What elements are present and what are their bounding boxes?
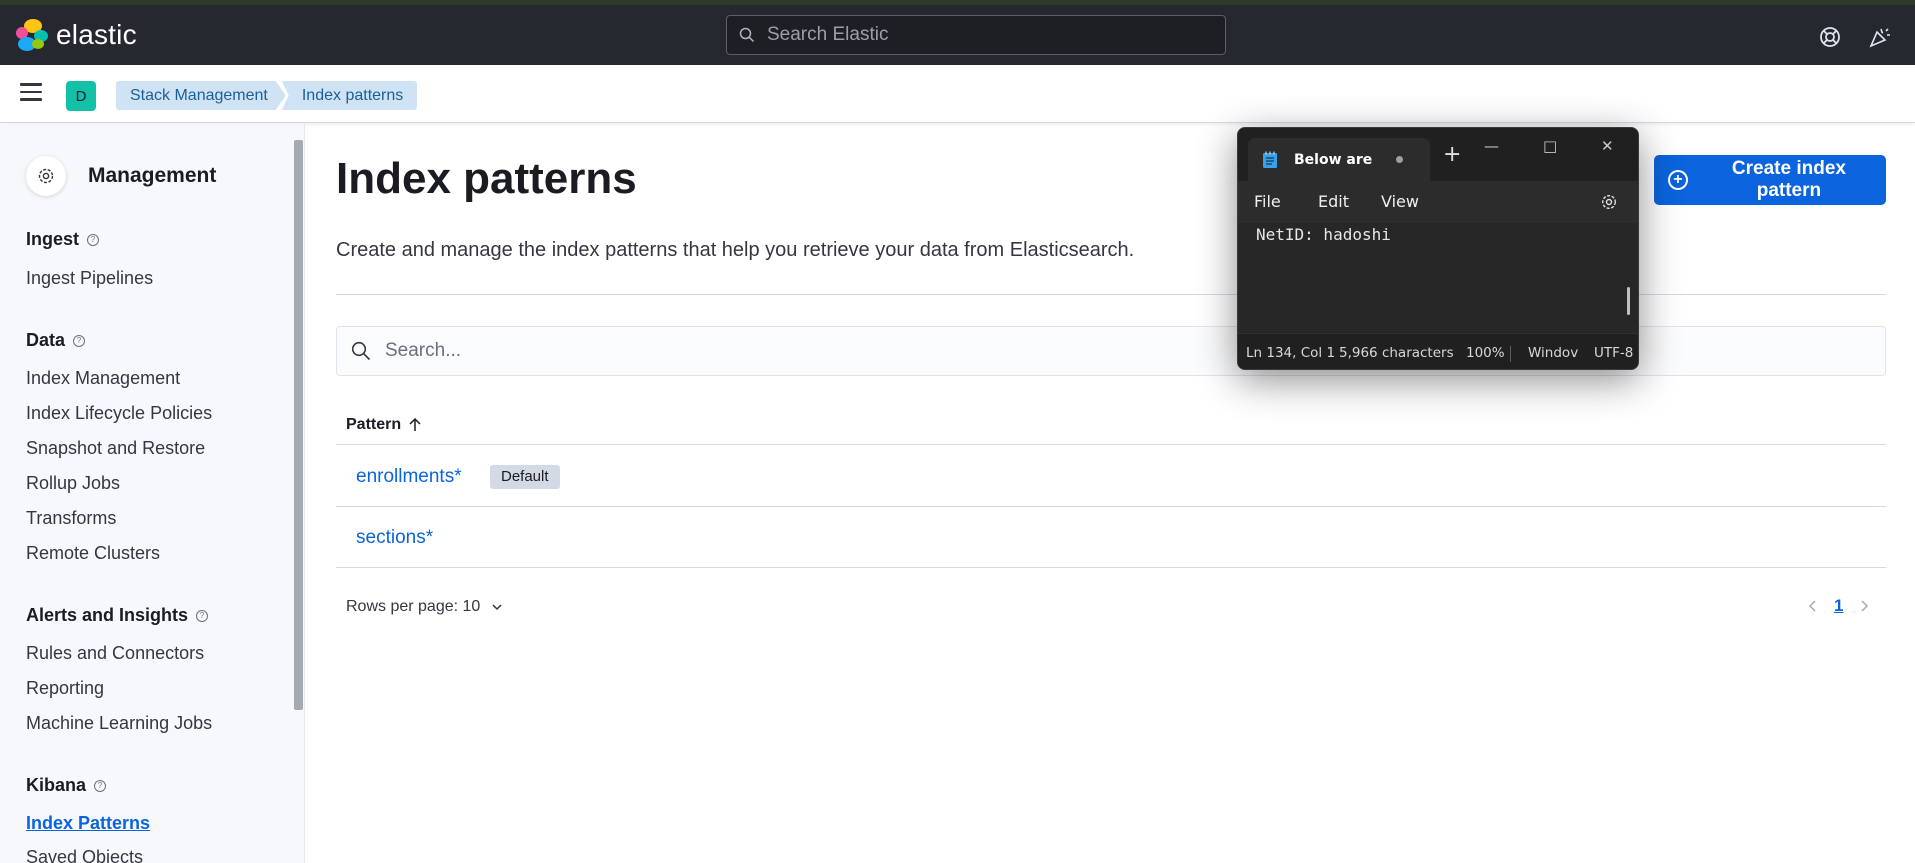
sidebar-item-ingest-pipelines[interactable]: Ingest Pipelines <box>26 268 153 289</box>
menu-toggle-icon[interactable] <box>20 83 42 103</box>
gear-icon <box>26 156 66 196</box>
space-avatar[interactable]: D <box>66 81 96 111</box>
cursor-position: Ln 134, Col 1 <box>1246 345 1336 361</box>
info-icon: ? <box>196 609 209 622</box>
global-header: elastic <box>0 0 1915 65</box>
page-number[interactable]: 1 <box>1834 596 1843 616</box>
notepad-statusbar: Ln 134, Col 1 5,966 characters 100% Wind… <box>1238 333 1638 369</box>
pattern-link-sections[interactable]: sections* <box>356 527 433 549</box>
unsaved-indicator-icon[interactable] <box>1396 156 1404 163</box>
breadcrumb-index-patterns: Index patterns <box>281 81 418 110</box>
encoding: UTF-8 <box>1594 345 1634 361</box>
notepad-window: Below are + — □ ✕ File Edit View NetID: … <box>1237 127 1639 370</box>
divider <box>336 294 1886 295</box>
new-tab-icon[interactable]: + <box>1443 142 1461 167</box>
breadcrumb-stack-management[interactable]: Stack Management <box>116 81 286 110</box>
global-search[interactable] <box>726 15 1226 55</box>
sidebar-item-machine-learning-jobs[interactable]: Machine Learning Jobs <box>26 713 212 734</box>
settings-icon[interactable] <box>1600 193 1618 211</box>
elastic-logo-icon <box>16 19 48 51</box>
row-divider <box>336 506 1886 507</box>
page-title: Index patterns <box>336 154 637 203</box>
elastic-logo[interactable]: elastic <box>16 19 137 51</box>
sidebar-item-transforms[interactable]: Transforms <box>26 508 116 529</box>
global-search-input[interactable] <box>765 23 1205 47</box>
row-divider <box>336 444 1886 445</box>
brand-name: elastic <box>56 19 137 50</box>
breadcrumb-bar: D Stack Management Index patterns <box>0 65 1915 123</box>
default-badge: Default <box>490 465 560 489</box>
breadcrumb: Stack Management Index patterns <box>116 81 418 110</box>
chevron-down-icon <box>492 604 502 611</box>
page-description: Create and manage the index patterns tha… <box>336 239 1135 261</box>
search-icon <box>739 27 755 43</box>
sidebar-item-rollup-jobs[interactable]: Rollup Jobs <box>26 473 120 494</box>
create-index-pattern-button[interactable]: + Create index pattern <box>1654 155 1886 205</box>
minimize-icon[interactable]: — <box>1484 137 1499 155</box>
maximize-icon[interactable]: □ <box>1543 137 1557 155</box>
menu-item-file[interactable]: File <box>1254 192 1281 211</box>
sidebar-scrollbar[interactable] <box>294 140 303 710</box>
sidebar-item-index-lifecycle-policies[interactable]: Index Lifecycle Policies <box>26 403 212 424</box>
chevron-left-icon[interactable] <box>1806 599 1820 613</box>
row-divider <box>336 567 1886 568</box>
menu-item-view[interactable]: View <box>1381 192 1419 211</box>
chevron-right-icon[interactable] <box>1857 599 1871 613</box>
sidebar-group-data: Data? <box>26 330 86 351</box>
search-input[interactable] <box>383 339 1383 363</box>
sidebar-title: Management <box>88 164 217 187</box>
main-content: Index patterns + Create index pattern Cr… <box>306 124 1915 863</box>
sidebar-group-ingest: Ingest? <box>26 229 100 250</box>
help-icon[interactable] <box>1818 25 1842 49</box>
sidebar-item-remote-clusters[interactable]: Remote Clusters <box>26 543 160 564</box>
info-icon: ? <box>87 233 100 246</box>
notepad-tab[interactable]: Below are <box>1248 138 1430 181</box>
notepad-menubar: File Edit View <box>1238 181 1638 223</box>
character-count: 5,966 characters <box>1339 345 1454 361</box>
sidebar-item-index-management[interactable]: Index Management <box>26 368 180 389</box>
sidebar-group-kibana: Kibana? <box>26 775 107 796</box>
close-icon[interactable]: ✕ <box>1601 137 1614 155</box>
notepad-titlebar[interactable]: Below are + — □ ✕ <box>1238 128 1638 181</box>
notepad-icon <box>1263 151 1277 168</box>
pagination: 1 <box>1806 596 1871 616</box>
sidebar-item-saved-objects[interactable]: Saved Objects <box>26 847 143 863</box>
menu-item-edit[interactable]: Edit <box>1318 192 1349 211</box>
sidebar-item-snapshot-and-restore[interactable]: Snapshot and Restore <box>26 438 205 459</box>
status-separator <box>1510 346 1511 362</box>
info-icon: ? <box>73 334 86 347</box>
search-icon <box>351 341 371 361</box>
notepad-scrollbar[interactable] <box>1627 287 1630 315</box>
sidebar-group-alerts-and-insights: Alerts and Insights? <box>26 605 209 626</box>
sort-ascending-icon <box>409 417 421 431</box>
notepad-content: NetID: hadoshi <box>1256 225 1391 244</box>
notepad-text-area[interactable]: NetID: hadoshi <box>1238 223 1638 333</box>
sidebar-item-reporting[interactable]: Reporting <box>26 678 104 699</box>
sidebar-item-index-patterns[interactable]: Index Patterns <box>26 813 150 834</box>
notepad-tab-title: Below are <box>1294 151 1373 168</box>
column-header-pattern[interactable]: Pattern <box>346 416 423 434</box>
management-sidebar: Management Ingest? Ingest Pipelines Data… <box>0 124 305 863</box>
info-icon: ? <box>94 779 107 792</box>
sidebar-item-rules-and-connectors[interactable]: Rules and Connectors <box>26 643 204 664</box>
line-ending: Windov <box>1528 345 1579 361</box>
sidebar-header: Management <box>26 156 216 196</box>
plus-in-circle-icon: + <box>1668 170 1688 190</box>
rows-per-page-select[interactable]: Rows per page: 10 <box>346 598 504 616</box>
index-pattern-search[interactable] <box>336 326 1886 376</box>
zoom-level: 100% <box>1466 345 1505 361</box>
news-feed-icon[interactable] <box>1868 25 1892 49</box>
pattern-link-enrollments[interactable]: enrollments* <box>356 466 462 488</box>
